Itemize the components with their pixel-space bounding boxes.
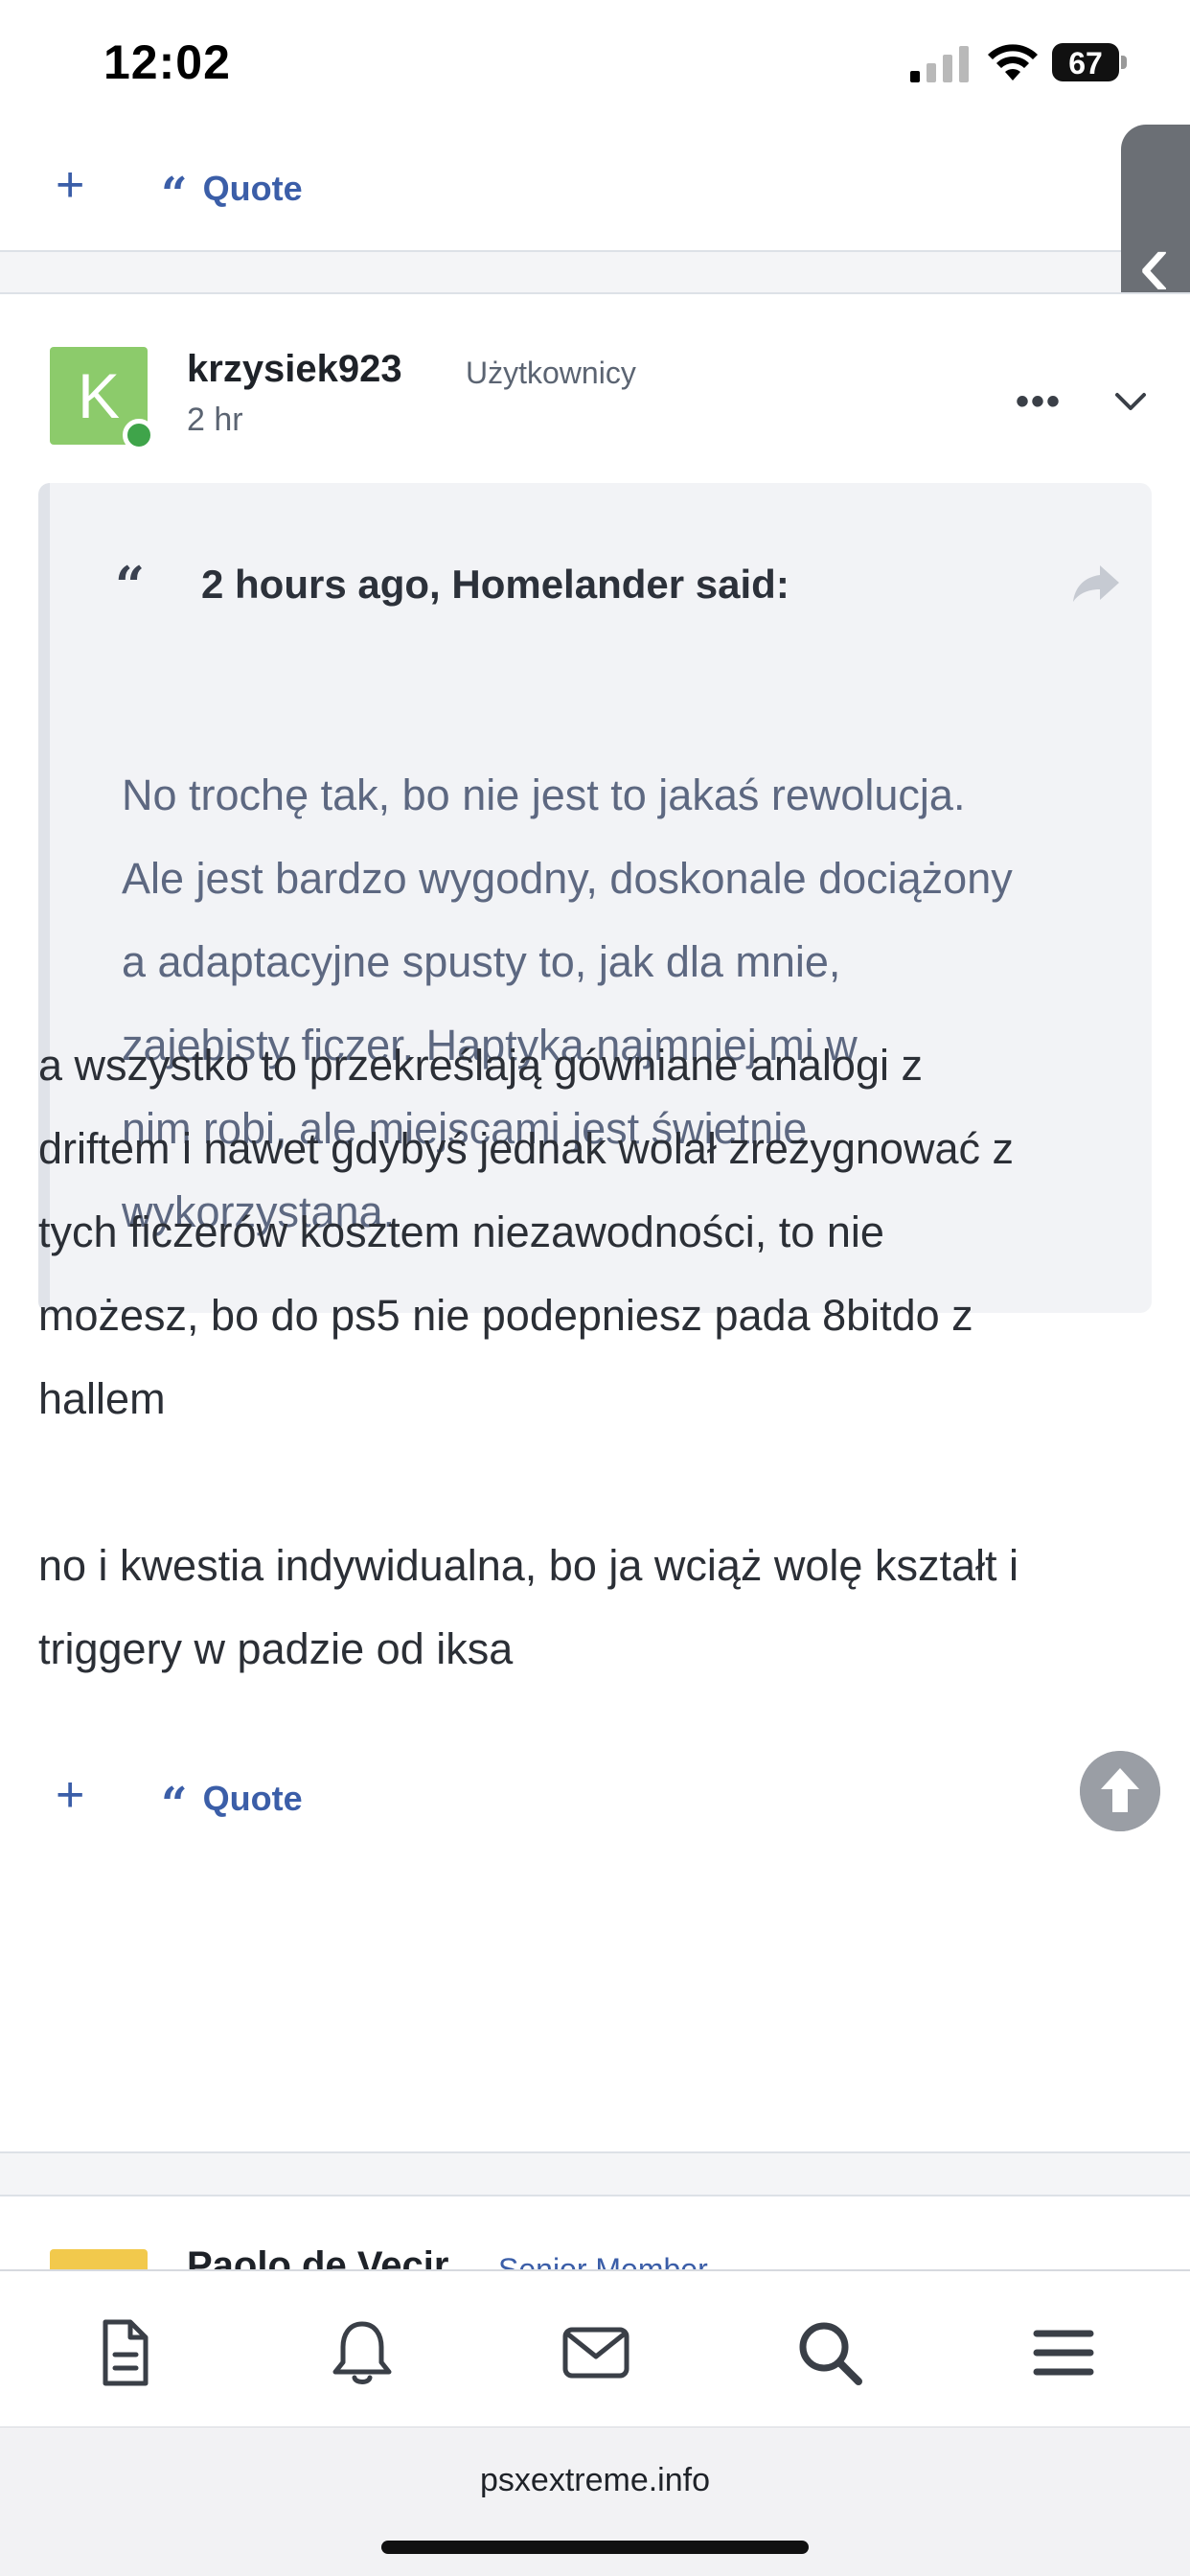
status-time: 12:02	[103, 35, 231, 89]
search-icon[interactable]	[791, 2314, 868, 2391]
post-author[interactable]: krzysiek923	[187, 348, 402, 391]
quote-button[interactable]: “ Quote	[161, 160, 303, 218]
bottom-navigation	[0, 2269, 1190, 2426]
battery-level: 67	[1068, 46, 1103, 80]
post-line: triggery w padzie od iksa	[38, 1624, 514, 1673]
quote-line: a adaptacyjne spusty to, jak dla mnie,	[122, 937, 841, 986]
menu-icon[interactable]	[1025, 2314, 1102, 2391]
post-timestamp[interactable]: 2 hr	[187, 402, 243, 439]
url-text[interactable]: psxextreme.info	[0, 2462, 1190, 2499]
prev-post-actions: + “ Quote	[0, 129, 1190, 252]
react-button[interactable]: +	[56, 1770, 84, 1820]
post-line: driftem i nawet gdybyś jednak wolał zrez…	[38, 1124, 1014, 1173]
battery-icon: 67	[1052, 43, 1127, 81]
next-post-preview: Paolo de Vecir Senior Member	[0, 2195, 1190, 2271]
quote-icon: “	[161, 168, 188, 221]
share-arrow-icon[interactable]	[1071, 564, 1121, 604]
status-bar: 12:02 67	[0, 0, 1190, 129]
quote-icon: “	[115, 555, 146, 616]
scroll-to-top-button[interactable]	[1080, 1751, 1160, 1831]
home-indicator	[381, 2541, 809, 2554]
post-content: a wszystko to przekreślają gówniane anal…	[38, 1024, 1159, 1690]
post-line: możesz, bo do ps5 nie podepniesz pada 8b…	[38, 1291, 973, 1340]
document-icon[interactable]	[86, 2314, 163, 2391]
quote-button[interactable]: “ Quote	[161, 1770, 303, 1828]
envelope-icon[interactable]	[558, 2314, 634, 2391]
bell-icon[interactable]	[324, 2314, 400, 2391]
quote-button-label: Quote	[202, 169, 303, 208]
browser-address-bar[interactable]: psxextreme.info	[0, 2426, 1190, 2576]
cellular-signal-icon	[910, 46, 969, 82]
post-line: hallem	[38, 1374, 166, 1423]
post-line: a wszystko to przekreślają gówniane anal…	[38, 1041, 923, 1090]
post-author[interactable]: Paolo de Vecir	[187, 2244, 448, 2271]
quote-line: Ale jest bardzo wygodny, doskonale docią…	[122, 854, 1013, 903]
wifi-icon	[988, 44, 1038, 80]
quote-button-label: Quote	[202, 1779, 303, 1818]
post-line: no i kwestia indywidualna, bo ja wciąż w…	[38, 1541, 1018, 1590]
post-actions: + “ Quote	[0, 1715, 1190, 1840]
quote-line: No trochę tak, bo nie jest to jakaś rewo…	[122, 770, 966, 819]
online-status-indicator	[123, 419, 155, 451]
chevron-down-icon[interactable]	[1111, 382, 1150, 421]
react-button[interactable]: +	[56, 160, 84, 210]
post-line: tych ficzerów kosztem niezawodności, to …	[38, 1208, 884, 1256]
avatar[interactable]	[50, 2249, 148, 2271]
more-options-button[interactable]: •••	[1016, 380, 1062, 424]
quote-citation[interactable]: 2 hours ago, Homelander said:	[201, 562, 790, 608]
user-group-badge: Senior Member	[498, 2252, 708, 2271]
user-group-badge: Użytkownicy	[466, 356, 636, 390]
quote-icon: “	[161, 1778, 188, 1831]
